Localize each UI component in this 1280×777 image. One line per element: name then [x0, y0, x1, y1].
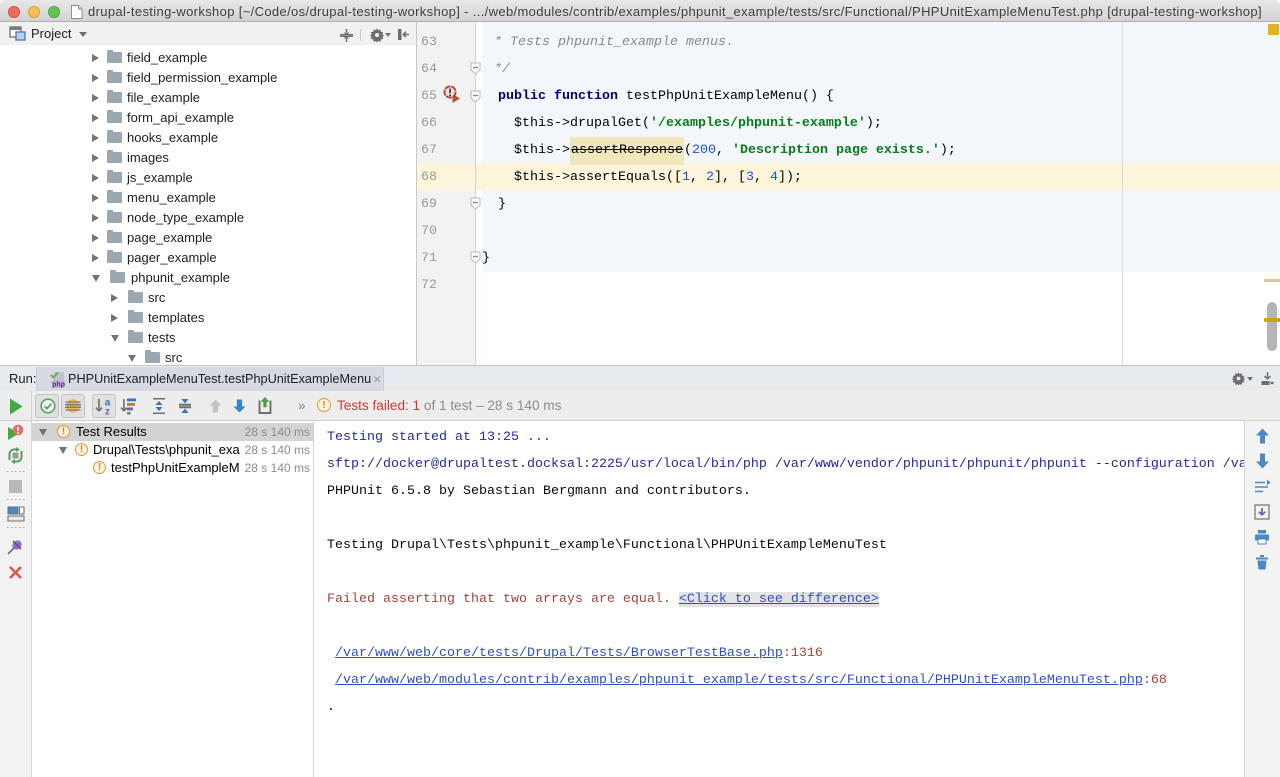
svg-text:php: php — [52, 382, 65, 389]
svg-text:z: z — [105, 407, 110, 416]
